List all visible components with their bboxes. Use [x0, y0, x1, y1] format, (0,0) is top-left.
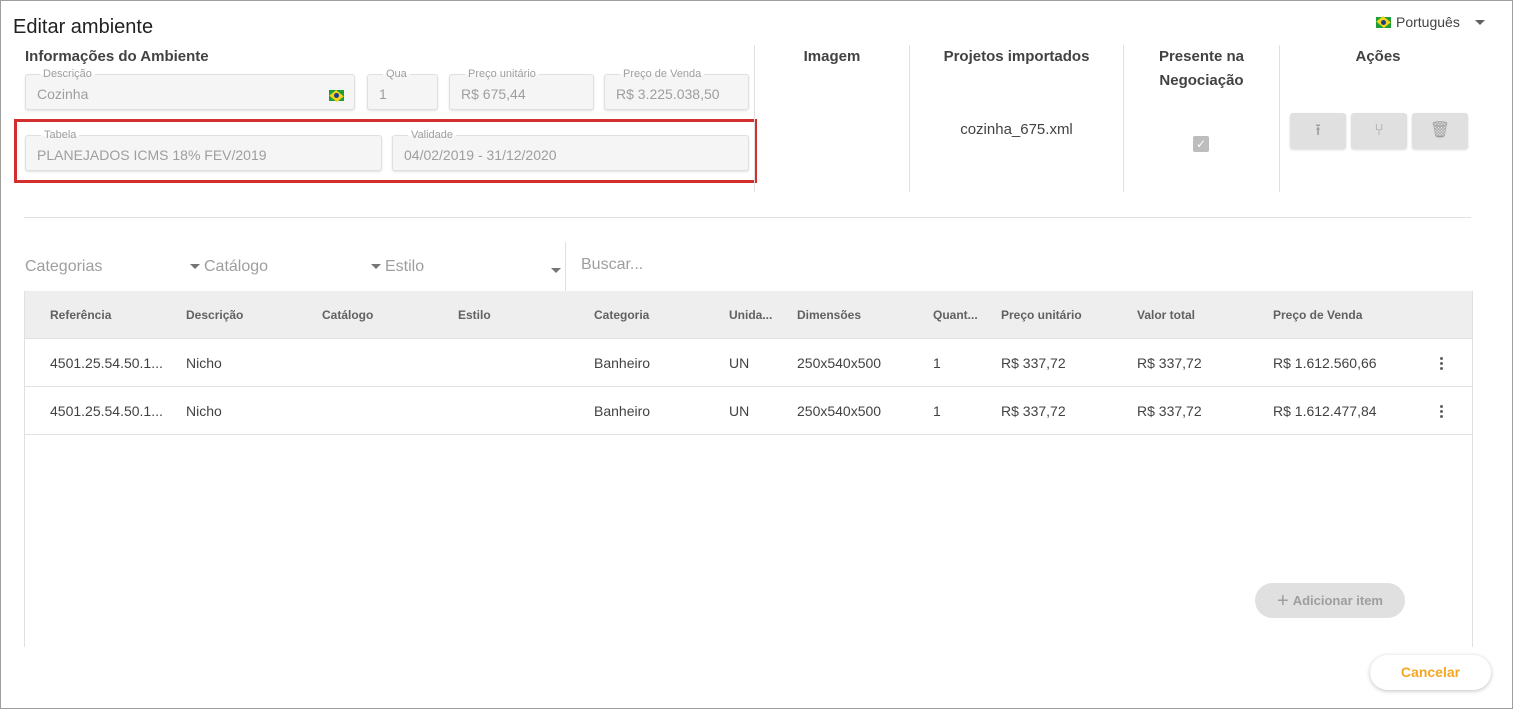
th-unidade[interactable]: Unida... [729, 308, 772, 322]
preco-venda-field[interactable]: Preço de Venda R$ 3.225.038,50 [604, 68, 749, 110]
acoes-header: Ações [1355, 48, 1401, 65]
cell-dimensoes: 250x540x500 [797, 403, 882, 419]
chevron-down-icon[interactable] [551, 268, 561, 273]
descricao-label: Descrição [40, 68, 95, 80]
search-divider [565, 242, 566, 291]
preco-venda-value: R$ 3.225.038,50 [616, 86, 720, 102]
quantidade-field[interactable]: Qua 1 [367, 68, 438, 110]
chevron-down-icon [1474, 19, 1485, 25]
search-input[interactable]: Buscar... [581, 256, 643, 274]
table-row[interactable]: 4501.25.54.50.1... Nicho Banheiro UN 250… [25, 387, 1472, 435]
language-label: Português [1396, 14, 1460, 30]
cell-referencia: 4501.25.54.50.1... [50, 403, 163, 419]
table-row[interactable]: 4501.25.54.50.1... Nicho Banheiro UN 250… [25, 339, 1472, 387]
language-selector[interactable]: Português [1376, 14, 1485, 30]
cancel-button[interactable]: Cancelar [1370, 655, 1491, 690]
th-preco-venda[interactable]: Preço de Venda [1273, 308, 1362, 322]
cell-quantidade: 1 [933, 355, 941, 371]
more-vert-icon[interactable] [1436, 405, 1446, 419]
catalogo-label: Catálogo [204, 258, 269, 275]
section-title: Informações do Ambiente [25, 48, 209, 65]
projetos-header: Projetos importados [943, 48, 1090, 65]
presente-checkbox[interactable]: ✓ [1193, 136, 1209, 152]
delete-button[interactable]: 🗑 [1412, 113, 1468, 149]
presente-header-line1: Presente na [1158, 48, 1245, 65]
th-categoria[interactable]: Categoria [594, 308, 649, 322]
cell-preco-unitario: R$ 337,72 [1001, 355, 1066, 371]
fork-icon: ⑂ [1374, 122, 1384, 139]
th-quantidade[interactable]: Quant... [933, 308, 978, 322]
cell-dimensoes: 250x540x500 [797, 355, 882, 371]
preco-unitario-value: R$ 675,44 [461, 86, 526, 102]
upload-icon: ⭱ [1315, 122, 1321, 139]
cell-unidade: UN [729, 403, 750, 419]
plus-icon: + [1277, 590, 1289, 612]
th-preco-unitario[interactable]: Preço unitário [1001, 308, 1082, 322]
chevron-down-icon [190, 264, 200, 270]
descricao-field[interactable]: Descrição Cozinha [25, 68, 355, 110]
cell-preco-venda: R$ 1.612.477,84 [1273, 403, 1377, 419]
preco-venda-label: Preço de Venda [620, 68, 705, 80]
cell-categoria: Banheiro [594, 355, 651, 371]
cell-quantidade: 1 [933, 403, 941, 419]
cell-valor-total: R$ 337,72 [1137, 403, 1202, 419]
preco-unitario-label: Preço unitário [465, 68, 539, 80]
estilo-filter[interactable]: Estilo [371, 258, 424, 276]
th-dimensoes[interactable]: Dimensões [797, 308, 861, 322]
section-divider [24, 217, 1471, 218]
presente-header-line2: Negociação [1159, 72, 1244, 89]
add-item-label: Adicionar item [1292, 593, 1383, 608]
preco-unitario-field[interactable]: Preço unitário R$ 675,44 [449, 68, 594, 110]
th-descricao[interactable]: Descrição [186, 308, 243, 322]
table-header: Referência Descrição Catálogo Estilo Cat… [25, 291, 1472, 339]
cell-preco-unitario: R$ 337,72 [1001, 403, 1066, 419]
highlight-box [14, 119, 757, 183]
cell-valor-total: R$ 337,72 [1137, 355, 1202, 371]
brazil-flag-icon [1376, 16, 1391, 28]
cell-categoria: Banheiro [594, 403, 651, 419]
estilo-label: Estilo [385, 258, 425, 275]
brazil-flag-icon [329, 90, 344, 101]
more-vert-icon[interactable] [1436, 357, 1446, 371]
catalogo-filter[interactable]: Catálogo [190, 258, 268, 276]
quantidade-label: Qua [383, 68, 410, 80]
projeto-file-link[interactable]: cozinha_675.xml [910, 121, 1123, 138]
th-catalogo[interactable]: Catálogo [322, 308, 373, 322]
imagem-header: Imagem [803, 48, 861, 65]
th-valor-total[interactable]: Valor total [1137, 308, 1195, 322]
cell-referencia: 4501.25.54.50.1... [50, 355, 163, 371]
fork-button[interactable]: ⑂ [1351, 113, 1407, 149]
cell-unidade: UN [729, 355, 750, 371]
descricao-value: Cozinha [37, 86, 89, 102]
cell-descricao: Nicho [186, 355, 222, 371]
th-estilo[interactable]: Estilo [458, 308, 491, 322]
categorias-filter[interactable]: Categorias [25, 258, 102, 276]
cell-preco-venda: R$ 1.612.560,66 [1273, 355, 1377, 371]
add-item-button[interactable]: + Adicionar item [1255, 583, 1405, 618]
upload-button[interactable]: ⭱ [1290, 113, 1346, 149]
chevron-down-icon [371, 264, 381, 270]
trash-icon: 🗑 [1429, 122, 1451, 139]
categorias-label: Categorias [25, 258, 103, 275]
dialog-title: Editar ambiente [13, 16, 154, 38]
cell-descricao: Nicho [186, 403, 222, 419]
th-referencia[interactable]: Referência [50, 308, 111, 322]
quantidade-value: 1 [379, 86, 387, 102]
